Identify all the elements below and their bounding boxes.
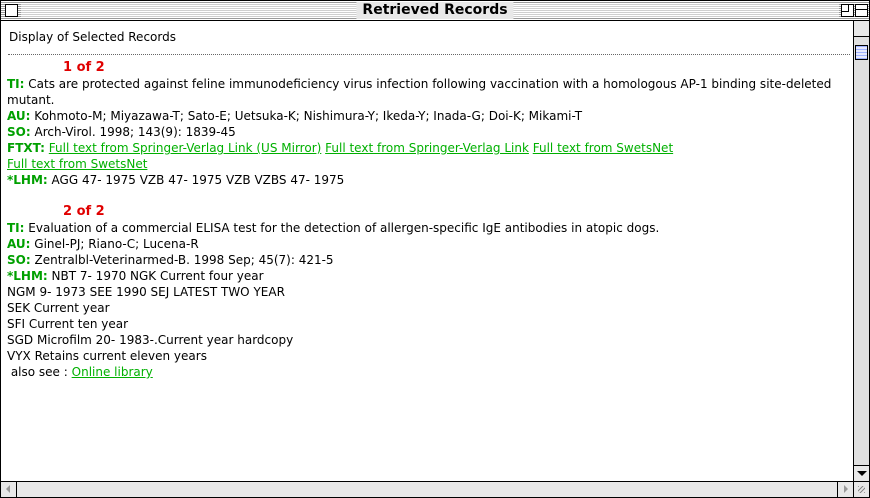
online-library-link[interactable]: Online library (72, 365, 153, 379)
scroll-up-button[interactable] (854, 21, 869, 37)
so-label: SO: (7, 125, 31, 139)
ti-label: TI: (7, 221, 25, 235)
holdings-line: SGD Microfilm 20- 1983-.Current year har… (7, 333, 294, 347)
record-1: 1 of 2 TI: Cats are protected against fe… (7, 60, 849, 188)
record-2: 2 of 2 TI: Evaluation of a commercial EL… (7, 204, 849, 380)
record-holdings-row: *LHM: AGG 47- 1975 VZB 47- 1975 VZB VZBS… (7, 172, 849, 188)
holdings-line: NGM 9- 1973 SEE 1990 SEJ LATEST TWO YEAR (7, 285, 285, 299)
record-source-row: SO: Arch-Virol. 1998; 143(9): 1839-45 (7, 124, 849, 140)
record-number: 2 of 2 (63, 204, 105, 219)
lhm-label: *LHM: (7, 269, 48, 283)
fulltext-link[interactable]: Full text from Springer-Verlag Link (325, 141, 529, 155)
record-holdings: NBT 7- 1970 NGK Current four year (51, 269, 264, 283)
record-source: Zentralbl-Veterinarmed-B. 1998 Sep; 45(7… (34, 253, 334, 267)
record-title: Cats are protected against feline immuno… (7, 77, 832, 107)
holdings-line: SEK Current year (7, 301, 110, 315)
record-holdings: AGG 47- 1975 VZB 47- 1975 VZB VZBS 47- 1… (51, 173, 345, 187)
so-label: SO: (7, 253, 31, 267)
record-source-row: SO: Zentralbl-Veterinarmed-B. 1998 Sep; … (7, 252, 849, 268)
also-see-row: also see : Online library (7, 364, 849, 380)
scroll-thumb[interactable] (855, 45, 868, 60)
holdings-line: SFI Current ten year (7, 317, 129, 331)
retrieved-records-window: Retrieved Records Display of Selected Re… (0, 0, 870, 498)
record-authors-row: AU: Kohmoto-M; Miyazawa-T; Sato-E; Uetsu… (7, 108, 849, 124)
holdings-line: VYX Retains current eleven years (7, 349, 207, 363)
record-title: Evaluation of a commercial ELISA test fo… (28, 221, 660, 235)
page-heading: Display of Selected Records (9, 30, 176, 44)
record-authors: Kohmoto-M; Miyazawa-T; Sato-E; Uetsuka-K… (34, 109, 583, 123)
records-content: Display of Selected Records 1 of 2 TI: C… (1, 21, 853, 481)
scroll-left-button[interactable] (1, 482, 17, 497)
arrow-left-icon (6, 485, 10, 493)
fulltext-link[interactable]: Full text from SwetsNet (533, 141, 673, 155)
record-authors: Ginel-PJ; Riano-C; Lucena-R (34, 237, 199, 251)
arrow-down-icon (857, 471, 867, 476)
fulltext-link[interactable]: Full text from Springer-Verlag Link (US … (49, 141, 322, 155)
record-title-row: TI: Cats are protected against feline im… (7, 76, 849, 108)
close-box[interactable] (5, 4, 18, 17)
au-label: AU: (7, 109, 31, 123)
record-holdings-row: *LHM: NBT 7- 1970 NGK Current four year (7, 268, 849, 284)
also-see-label: also see : (10, 365, 68, 379)
zoom-box[interactable] (841, 4, 854, 17)
dotted-divider (8, 54, 850, 55)
resize-grip[interactable] (853, 481, 869, 497)
horizontal-scrollbar[interactable] (1, 481, 853, 497)
record-source: Arch-Virol. 1998; 143(9): 1839-45 (34, 125, 236, 139)
scroll-down-button[interactable] (854, 465, 869, 481)
record-authors-row: AU: Ginel-PJ; Riano-C; Lucena-R (7, 236, 849, 252)
record-fulltext-row: FTXT: Full text from Springer-Verlag Lin… (7, 140, 849, 172)
lhm-label: *LHM: (7, 173, 48, 187)
scroll-right-button[interactable] (837, 482, 853, 497)
arrow-right-icon (844, 485, 848, 493)
ti-label: TI: (7, 77, 25, 91)
collapse-box[interactable] (855, 4, 868, 17)
window-title: Retrieved Records (356, 2, 514, 19)
vertical-scrollbar[interactable] (853, 21, 869, 481)
record-number: 1 of 2 (63, 60, 105, 75)
records-list: 1 of 2 TI: Cats are protected against fe… (7, 60, 849, 380)
ftxt-label: FTXT: (7, 141, 45, 155)
title-bar[interactable]: Retrieved Records (1, 1, 869, 21)
au-label: AU: (7, 237, 31, 251)
fulltext-link[interactable]: Full text from SwetsNet (7, 157, 147, 171)
record-title-row: TI: Evaluation of a commercial ELISA tes… (7, 220, 849, 236)
